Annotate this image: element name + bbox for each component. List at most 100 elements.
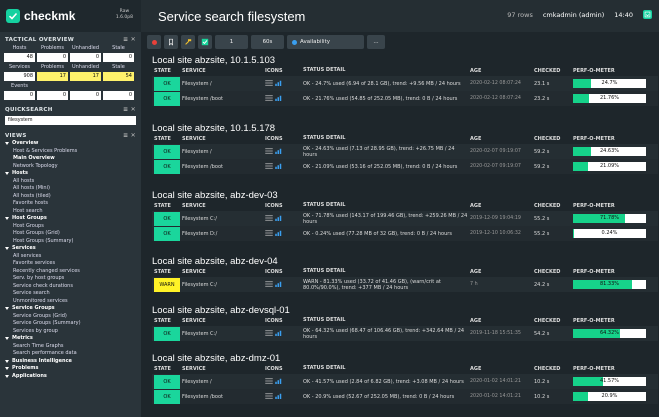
perf-o-meter[interactable]: 81.33%: [573, 280, 646, 289]
services-row-value[interactable]: 54: [103, 72, 134, 81]
service-name[interactable]: Filesystem C:/: [182, 331, 265, 337]
action-menu-icon[interactable]: [265, 392, 273, 401]
host-group-title[interactable]: Local site abzsite, 10.1.5.178: [152, 123, 658, 135]
column-header-age[interactable]: AGE: [470, 365, 534, 374]
quicksearch-input[interactable]: [5, 116, 136, 125]
graph-icon[interactable]: [275, 163, 283, 171]
column-header-perf-o-meter[interactable]: PERF-O-METER: [573, 317, 658, 326]
graph-icon[interactable]: [275, 215, 283, 223]
current-user[interactable]: cmkadmin (admin): [543, 11, 604, 19]
host-group-title[interactable]: Local site abzsite, abz-dev-04: [152, 256, 658, 268]
view-link-all-hosts-tiled[interactable]: All hosts (tiled): [5, 193, 136, 201]
availability-button[interactable]: Availability: [287, 35, 364, 49]
service-name[interactable]: Filesystem /: [182, 379, 265, 385]
refresh-interval-button[interactable]: 60s: [251, 35, 284, 49]
column-header-icons[interactable]: ICONS: [265, 67, 303, 76]
perf-o-meter[interactable]: 24.7%: [573, 79, 646, 88]
views-section-metrics[interactable]: Metrics: [5, 335, 136, 343]
action-menu-icon[interactable]: [265, 214, 273, 223]
perf-o-meter[interactable]: 64.32%: [573, 329, 646, 338]
column-header-perf-o-meter[interactable]: PERF-O-METER: [573, 202, 658, 211]
perf-o-meter[interactable]: 20.9%: [573, 392, 646, 401]
column-header-checked[interactable]: CHECKED: [534, 365, 573, 374]
column-header-service[interactable]: SERVICE: [182, 317, 265, 326]
services-row-value[interactable]: 17: [70, 72, 101, 81]
host-group-title[interactable]: Local site abzsite, abz-dev-03: [152, 190, 658, 202]
hosts-row-value[interactable]: 0: [37, 53, 68, 62]
column-header-state[interactable]: STATE: [152, 202, 182, 211]
service-name[interactable]: Filesystem /: [182, 81, 265, 87]
snapin-controls-icon[interactable]: ≡ ✕: [123, 132, 136, 139]
hosts-row-value[interactable]: 0: [70, 53, 101, 62]
column-header-icons[interactable]: ICONS: [265, 365, 303, 374]
view-link-host-search[interactable]: Host search: [5, 208, 136, 216]
view-link-favorite-services[interactable]: Favorite services: [5, 260, 136, 268]
column-header-state[interactable]: STATE: [152, 268, 182, 277]
column-header-age[interactable]: AGE: [470, 268, 534, 277]
service-name[interactable]: Filesystem /: [182, 149, 265, 155]
action-menu-icon[interactable]: [265, 94, 273, 103]
views-section-hosts[interactable]: Hosts: [5, 170, 136, 178]
column-header-perf-o-meter[interactable]: PERF-O-METER: [573, 365, 658, 374]
column-header-icons[interactable]: ICONS: [265, 202, 303, 211]
select-all-button[interactable]: [198, 35, 212, 49]
view-link-services-by-group[interactable]: Services by group: [5, 328, 136, 336]
more-button[interactable]: ...: [367, 35, 385, 49]
action-menu-icon[interactable]: [265, 162, 273, 171]
graph-icon[interactable]: [275, 95, 283, 103]
save-icon[interactable]: [643, 10, 652, 19]
view-link-recently-changed-services[interactable]: Recently changed services: [5, 268, 136, 276]
tactical-overview-header[interactable]: TACTICAL OVERVIEW ≡ ✕: [0, 35, 141, 44]
view-link-serv-by-host-groups[interactable]: Serv. by host groups: [5, 275, 136, 283]
views-section-problems[interactable]: Problems: [5, 365, 136, 373]
view-link-service-check-durations[interactable]: Service check durations: [5, 283, 136, 291]
service-name[interactable]: Filesystem C:/: [182, 216, 265, 222]
events-row-value[interactable]: 0: [37, 91, 68, 100]
column-header-status-detail[interactable]: STATUS DETAIL: [303, 317, 470, 326]
column-header-service[interactable]: SERVICE: [182, 365, 265, 374]
column-header-service[interactable]: SERVICE: [182, 135, 265, 144]
view-link-unmonitored-services[interactable]: Unmonitored services: [5, 298, 136, 306]
refresh-count-button[interactable]: 1: [215, 35, 248, 49]
perf-o-meter[interactable]: 21.09%: [573, 162, 646, 171]
column-header-service[interactable]: SERVICE: [182, 268, 265, 277]
perf-o-meter[interactable]: 21.76%: [573, 94, 646, 103]
service-name[interactable]: Filesystem C:/: [182, 282, 265, 288]
view-link-service-groups-summary[interactable]: Service Groups (Summary): [5, 320, 136, 328]
view-link-service-search[interactable]: Service search: [5, 290, 136, 298]
column-header-service[interactable]: SERVICE: [182, 67, 265, 76]
column-header-checked[interactable]: CHECKED: [534, 202, 573, 211]
view-link-search-time-graphs[interactable]: Search Time Graphs: [5, 343, 136, 351]
graph-icon[interactable]: [275, 80, 283, 88]
views-section-applications[interactable]: Applications: [5, 373, 136, 381]
views-section-service-groups[interactable]: Service Groups: [5, 305, 136, 313]
column-header-service[interactable]: SERVICE: [182, 202, 265, 211]
view-link-host-services-problems[interactable]: Host & Services Problems: [5, 148, 136, 156]
column-header-icons[interactable]: ICONS: [265, 317, 303, 326]
host-group-title[interactable]: Local site abzsite, abz-dmz-01: [152, 353, 658, 365]
column-header-perf-o-meter[interactable]: PERF-O-METER: [573, 67, 658, 76]
logo[interactable]: checkmk Raw 1.6.0p8: [0, 0, 141, 32]
column-header-status-detail[interactable]: STATUS DETAIL: [303, 202, 470, 211]
events-row-value[interactable]: 0: [4, 91, 35, 100]
graph-icon[interactable]: [275, 281, 283, 289]
graph-icon[interactable]: [275, 378, 283, 386]
services-row-value[interactable]: 908: [4, 72, 35, 81]
column-header-perf-o-meter[interactable]: PERF-O-METER: [573, 268, 658, 277]
services-row-value[interactable]: 17: [37, 72, 68, 81]
view-link-host-groups-grid[interactable]: Host Groups (Grid): [5, 230, 136, 238]
record-button[interactable]: [147, 35, 161, 49]
bookmark-button[interactable]: [164, 35, 178, 49]
view-link-main-overview[interactable]: Main Overview: [5, 155, 136, 163]
graph-icon[interactable]: [275, 230, 283, 238]
views-section-services[interactable]: Services: [5, 245, 136, 253]
action-menu-icon[interactable]: [265, 229, 273, 238]
action-menu-icon[interactable]: [265, 377, 273, 386]
view-link-network-topology[interactable]: Network Topology: [5, 163, 136, 171]
column-header-status-detail[interactable]: STATUS DETAIL: [303, 135, 470, 144]
view-link-service-groups-grid[interactable]: Service Groups (Grid): [5, 313, 136, 321]
view-link-host-groups-summary[interactable]: Host Groups (Summary): [5, 238, 136, 246]
column-header-age[interactable]: AGE: [470, 202, 534, 211]
action-menu-icon[interactable]: [265, 329, 273, 338]
column-header-age[interactable]: AGE: [470, 135, 534, 144]
